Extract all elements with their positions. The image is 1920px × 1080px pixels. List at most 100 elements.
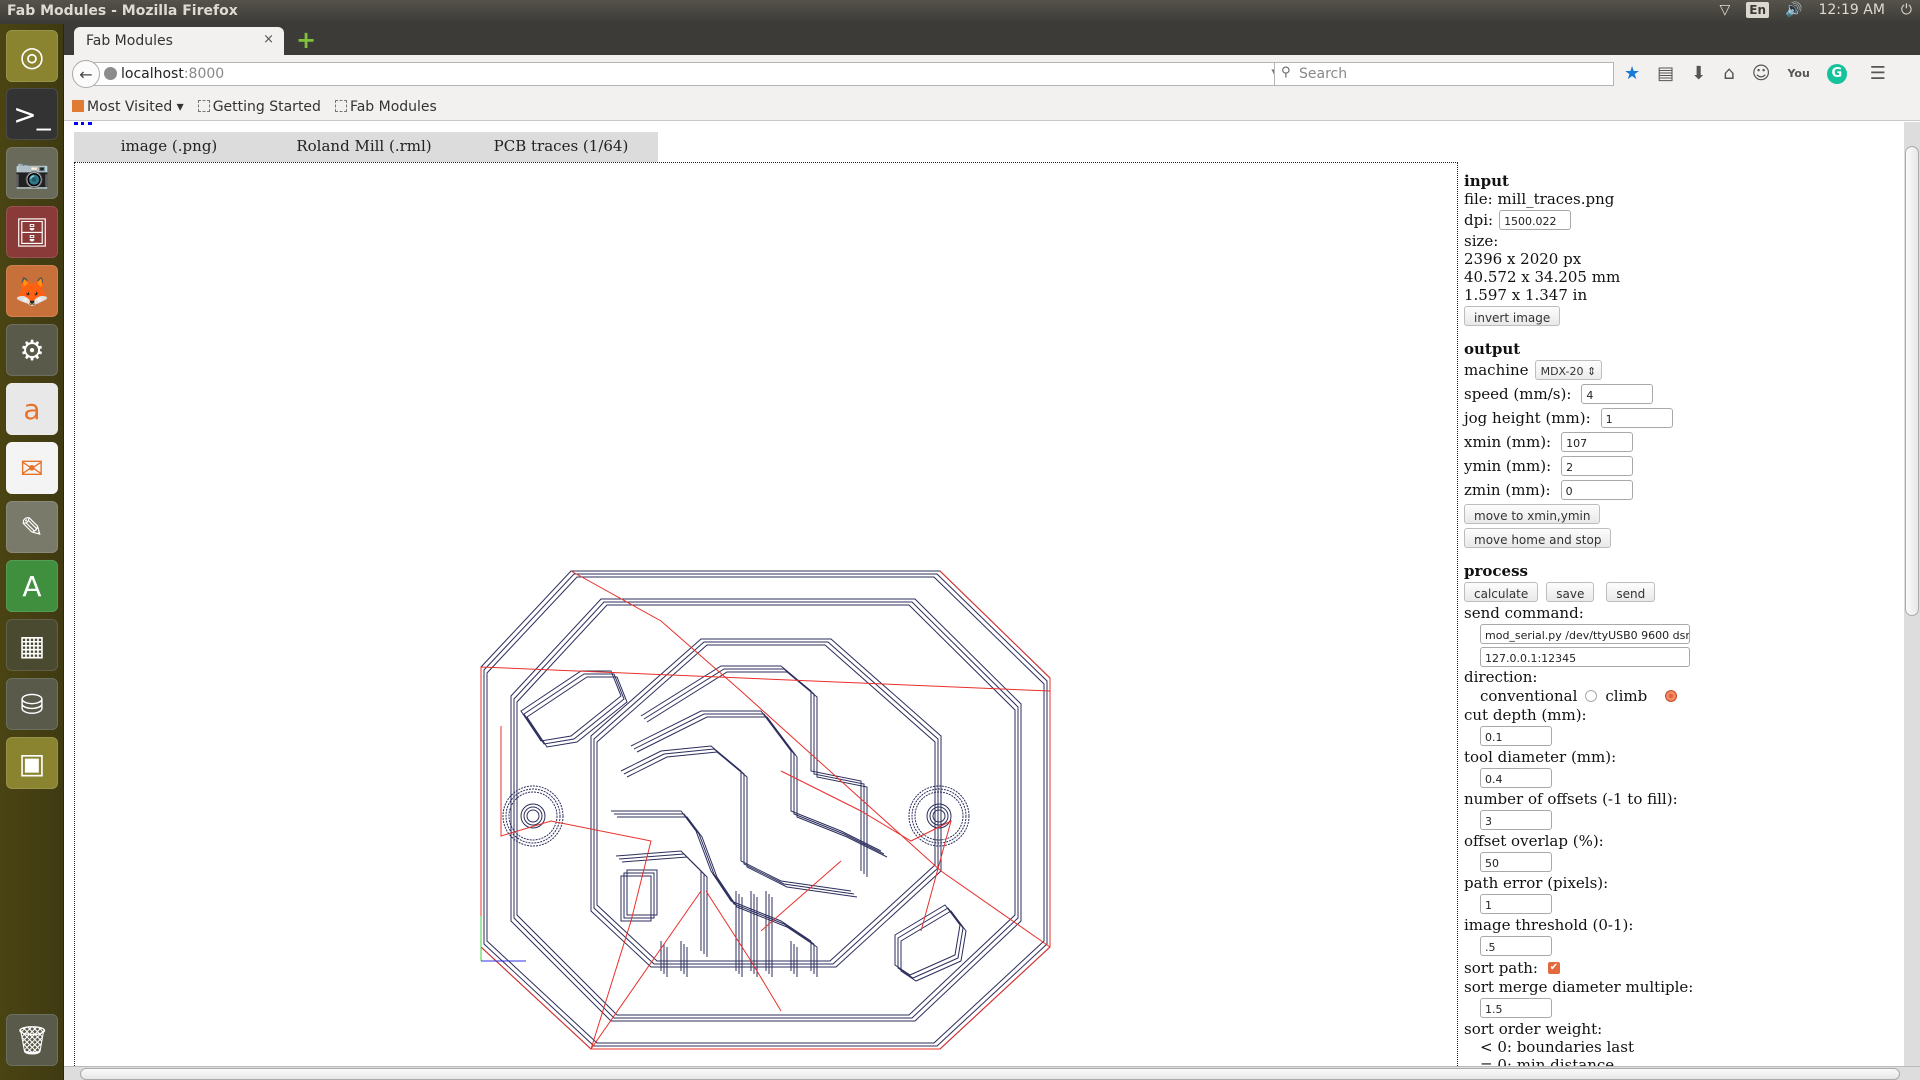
server-address-input[interactable]: 127.0.0.1:12345 bbox=[1480, 646, 1690, 667]
threshold-input[interactable]: .5 bbox=[1480, 936, 1552, 956]
back-button[interactable]: ← bbox=[72, 60, 100, 88]
send-command-label: send command: bbox=[1464, 604, 1584, 622]
jog-move-6 bbox=[760, 860, 842, 932]
launcher-software-updater[interactable]: A bbox=[6, 560, 58, 612]
move-to-xmin-ymin-button[interactable]: move to xmin,ymin bbox=[1464, 504, 1601, 524]
power-icon[interactable]: ⏻ bbox=[1901, 2, 1912, 18]
clock[interactable]: 12:19 AM bbox=[1818, 2, 1884, 18]
url-bar[interactable]: localhost:8000 ▾ ↻ bbox=[94, 62, 1300, 86]
tool-diameter-input[interactable]: 0.4 bbox=[1480, 768, 1552, 788]
grammarly-icon[interactable]: G bbox=[1826, 63, 1847, 84]
machine-select[interactable]: MDX-20 ⇕ bbox=[1534, 360, 1603, 380]
horizontal-scroll-thumb[interactable] bbox=[80, 1068, 1900, 1080]
offsets-input[interactable]: 3 bbox=[1480, 810, 1552, 830]
launcher-camera[interactable]: 📷 bbox=[6, 147, 58, 199]
toolpath-canvas[interactable] bbox=[74, 162, 1458, 1066]
globe-icon bbox=[104, 67, 117, 80]
merge-input[interactable]: 1.5 bbox=[1480, 998, 1552, 1018]
dpi-input[interactable]: 1500.022 bbox=[1499, 210, 1572, 230]
machine-label: machine bbox=[1464, 361, 1529, 379]
keyboard-layout-indicator[interactable]: En bbox=[1746, 2, 1770, 18]
launcher-files[interactable]: 🗄 bbox=[6, 206, 58, 258]
home-icon[interactable]: ⌂ bbox=[1723, 63, 1734, 84]
chat-icon[interactable]: ☺ bbox=[1752, 63, 1771, 84]
speed-input[interactable]: 4 bbox=[1581, 384, 1654, 404]
vertical-scroll-thumb[interactable] bbox=[1905, 146, 1919, 616]
tab-title: Fab Modules bbox=[86, 33, 173, 49]
new-tab-button[interactable]: + bbox=[296, 26, 316, 54]
wifi-icon[interactable]: ▽ bbox=[1720, 2, 1731, 18]
send-command-input[interactable]: mod_serial.py /dev/ttyUSB0 9600 dsrdtr bbox=[1480, 623, 1690, 644]
move-home-and-stop-button[interactable]: move home and stop bbox=[1464, 528, 1612, 548]
bookmark-fab-modules[interactable]: Fab Modules bbox=[334, 99, 437, 115]
launcher-workspaces[interactable]: ▦ bbox=[6, 619, 58, 671]
folder-icon bbox=[72, 99, 84, 112]
horizontal-scrollbar[interactable] bbox=[64, 1066, 1920, 1080]
launcher-text-editor[interactable]: ✎ bbox=[6, 501, 58, 553]
order-weight-label: sort order weight: bbox=[1464, 1020, 1603, 1038]
vertical-scrollbar[interactable] bbox=[1904, 122, 1920, 1066]
launcher-system-settings[interactable]: ⚙ bbox=[6, 324, 58, 376]
sort-path-checkbox[interactable]: ✔ bbox=[1547, 962, 1560, 974]
launcher-firefox[interactable]: 🦊 bbox=[6, 265, 58, 317]
dpi-label: dpi: bbox=[1464, 211, 1494, 229]
search-input[interactable]: ⚲ Search bbox=[1274, 62, 1614, 86]
path-error-label: path error (pixels): bbox=[1464, 874, 1609, 892]
youtube-icon[interactable]: You bbox=[1787, 67, 1809, 80]
bookmark-star-icon[interactable]: ★ bbox=[1624, 63, 1640, 84]
save-button[interactable]: save bbox=[1546, 582, 1595, 602]
trash-icon: 🗑 bbox=[14, 1023, 50, 1057]
bookmark-most-visited[interactable]: Most Visited ▾ bbox=[72, 99, 184, 115]
merge-label: sort merge diameter multiple: bbox=[1464, 978, 1694, 996]
launcher-mail[interactable]: ✉ bbox=[6, 442, 58, 494]
xmin-input[interactable]: 107 bbox=[1561, 432, 1634, 452]
overlap-input[interactable]: 50 bbox=[1480, 852, 1552, 872]
launcher-trash[interactable]: 🗑 bbox=[6, 1014, 58, 1066]
sd-card-icon: ▣ bbox=[18, 746, 46, 780]
launcher-disk[interactable]: ⛁ bbox=[6, 678, 58, 730]
input-heading: input bbox=[1464, 172, 1509, 190]
menu-icon[interactable]: ☰ bbox=[1870, 63, 1886, 84]
launcher-terminal[interactable]: >_ bbox=[6, 88, 58, 140]
offsets-label: number of offsets (-1 to fill): bbox=[1464, 790, 1678, 808]
system-settings-icon: ⚙ bbox=[19, 333, 45, 367]
download-icon[interactable]: ⬇ bbox=[1691, 63, 1706, 84]
launcher-amazon[interactable]: a bbox=[6, 383, 58, 435]
module-tab-image-png[interactable]: image (.png) bbox=[74, 132, 264, 162]
jog-height-input[interactable]: 1 bbox=[1600, 408, 1673, 428]
path-error-input[interactable]: 1 bbox=[1480, 894, 1552, 914]
cut-depth-input[interactable]: 0.1 bbox=[1480, 726, 1552, 746]
top-marker bbox=[74, 122, 92, 126]
invert-image-button[interactable]: invert image bbox=[1464, 306, 1561, 326]
page-icon bbox=[197, 99, 210, 112]
module-tab-pcb-traces[interactable]: PCB traces (1/64) bbox=[464, 132, 658, 162]
send-button[interactable]: send bbox=[1606, 582, 1656, 602]
os-top-panel: Fab Modules - Mozilla Firefox ▽ En 🔊 12:… bbox=[0, 0, 1920, 24]
reading-list-icon[interactable]: ▤ bbox=[1657, 63, 1674, 84]
jog-height-label: jog height (mm): bbox=[1464, 409, 1591, 427]
mounting-hole-right-ring-1 bbox=[911, 788, 967, 844]
jog-move-5 bbox=[705, 890, 782, 1012]
launcher-ubuntu-dash[interactable]: ◎ bbox=[6, 30, 58, 82]
trace-3-offset-1 bbox=[614, 813, 815, 945]
volume-icon[interactable]: 🔊 bbox=[1785, 2, 1802, 18]
browser-nav-bar: localhost:8000 ▾ ↻ ← ⚲ Search ★ ▤ ⬇ ⌂ ☺ … bbox=[64, 55, 1920, 93]
conventional-radio[interactable] bbox=[1585, 690, 1598, 702]
order-weight-line-2: = 0: min distance bbox=[1480, 1056, 1615, 1066]
close-tab-icon[interactable]: × bbox=[263, 32, 274, 47]
zmin-input[interactable]: 0 bbox=[1560, 480, 1633, 500]
workspaces-icon: ▦ bbox=[18, 628, 46, 662]
module-tab-roland-mill[interactable]: Roland Mill (.rml) bbox=[264, 132, 464, 162]
bookmark-getting-started[interactable]: Getting Started bbox=[197, 99, 321, 115]
system-tray: ▽ En 🔊 12:19 AM ⏻ bbox=[1720, 2, 1912, 18]
size-in: 1.597 x 1.347 in bbox=[1464, 286, 1588, 304]
jog-move-1 bbox=[480, 666, 1051, 692]
ymin-input[interactable]: 2 bbox=[1561, 456, 1634, 476]
url-host: localhost bbox=[121, 66, 184, 82]
mounting-hole-right-ring-2 bbox=[914, 791, 964, 841]
launcher-sd-card[interactable]: ▣ bbox=[6, 737, 58, 789]
zmin-label: zmin (mm): bbox=[1464, 481, 1551, 499]
climb-radio[interactable] bbox=[1665, 690, 1678, 702]
browser-tab-fab-modules[interactable]: Fab Modules × bbox=[74, 27, 284, 55]
calculate-button[interactable]: calculate bbox=[1464, 582, 1539, 602]
